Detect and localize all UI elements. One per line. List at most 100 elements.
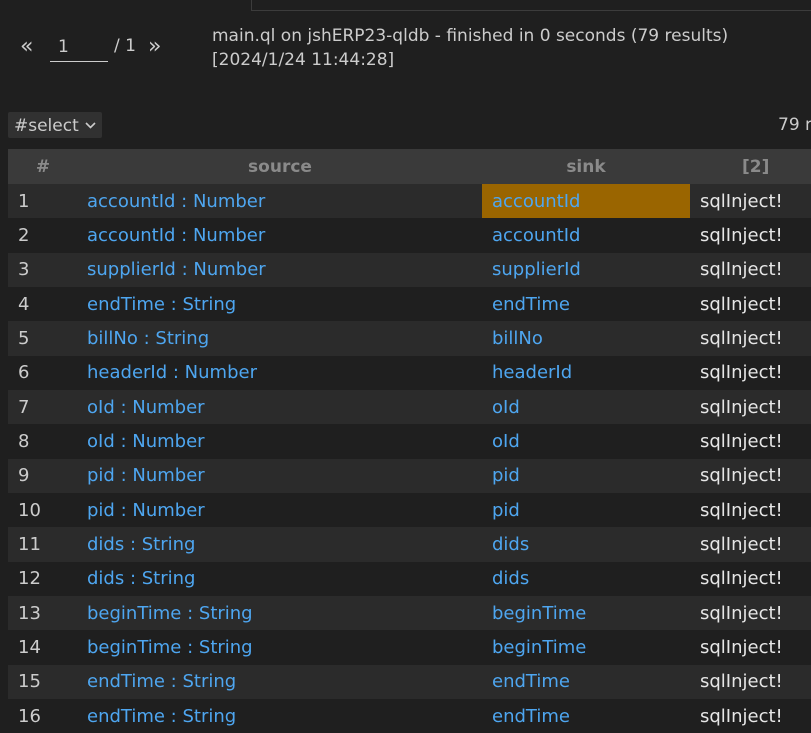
row-index: 16 <box>18 705 41 727</box>
source-link[interactable]: accountId : Number <box>78 184 482 218</box>
source-link[interactable]: headerId : Number <box>78 356 482 390</box>
message-cell: sqlInject! <box>700 293 783 315</box>
sink-link[interactable]: endTime <box>482 287 690 321</box>
result-count: 79 re <box>778 115 811 135</box>
source-link[interactable]: supplierId : Number <box>78 253 482 287</box>
open-query-link[interactable]: Op mai <box>783 26 811 74</box>
sink-link[interactable]: oId <box>482 390 690 424</box>
sink-link[interactable]: beginTime <box>482 596 690 630</box>
source-link[interactable]: beginTime : String <box>78 596 482 630</box>
sink-link[interactable]: accountId <box>482 218 690 252</box>
sink-link[interactable]: oId <box>482 424 690 458</box>
sink-link[interactable]: endTime <box>482 665 690 699</box>
previous-page-icon[interactable]: « <box>20 34 33 59</box>
table-row: 2 accountId : Number accountId sqlInject! <box>8 218 811 253</box>
sink-link[interactable]: accountId <box>482 184 690 219</box>
query-summary: main.ql on jshERP23-qldb - finished in 0… <box>212 26 729 46</box>
table-header-row: # source sink [2] <box>8 149 811 184</box>
row-index: 1 <box>18 190 30 212</box>
source-link[interactable]: endTime : String <box>78 699 482 733</box>
column-header-message[interactable]: [2] <box>690 149 811 184</box>
row-index: 10 <box>18 499 41 521</box>
table-row: 6 headerId : Number headerId sqlInject! <box>8 355 811 390</box>
results-table: # source sink [2] 1 accountId : Number acc… <box>8 149 811 733</box>
table-body: 1 accountId : Number accountId sqlInject! 2 a… <box>8 184 811 733</box>
message-cell: sqlInject! <box>700 499 783 521</box>
row-index: 3 <box>18 259 30 281</box>
row-index: 11 <box>18 533 41 555</box>
message-cell: sqlInject! <box>700 224 783 246</box>
chevron-down-icon <box>85 112 96 138</box>
sink-link[interactable]: pid <box>482 459 690 493</box>
source-link[interactable]: accountId : Number <box>78 218 482 252</box>
row-index: 15 <box>18 671 41 693</box>
message-cell: sqlInject! <box>700 602 783 624</box>
table-row: 13 beginTime : String beginTime sqlInject! <box>8 595 811 631</box>
table-row: 7 oId : Number oId sqlInject! <box>8 389 811 425</box>
source-link[interactable]: dids : String <box>78 562 482 596</box>
top-panel-edge <box>251 0 811 11</box>
row-index: 5 <box>18 327 30 349</box>
table-row: 9 pid : Number pid sqlInject! <box>8 458 811 493</box>
source-link[interactable]: beginTime : String <box>78 630 482 664</box>
table-row: 8 oId : Number oId sqlInject! <box>8 424 811 459</box>
table-row: 1 accountId : Number accountId sqlInject! <box>8 184 811 219</box>
row-index: 14 <box>18 636 41 658</box>
message-cell: sqlInject! <box>700 705 783 727</box>
column-header-source[interactable]: source <box>78 149 482 184</box>
message-cell: sqlInject! <box>700 430 783 452</box>
table-row: 15 endTime : String endTime sqlInject! <box>8 664 811 699</box>
row-index: 9 <box>18 465 30 487</box>
message-cell: sqlInject! <box>700 327 783 349</box>
sink-link[interactable]: headerId <box>482 356 690 390</box>
source-link[interactable]: billNo : String <box>78 321 482 355</box>
page-total: / 1 <box>114 36 136 56</box>
row-index: 8 <box>18 430 30 452</box>
table-row: 12 dids : String dids sqlInject! <box>8 561 811 596</box>
next-page-icon[interactable]: » <box>148 34 161 59</box>
table-row: 4 endTime : String endTime sqlInject! <box>8 286 811 322</box>
row-index: 7 <box>18 396 30 418</box>
table-row: 5 billNo : String billNo sqlInject! <box>8 321 811 356</box>
message-cell: sqlInject! <box>700 568 783 590</box>
table-row: 10 pid : Number pid sqlInject! <box>8 492 811 528</box>
column-header-index[interactable]: # <box>8 149 78 184</box>
sink-link[interactable]: billNo <box>482 321 690 355</box>
row-index: 12 <box>18 568 41 590</box>
row-index: 6 <box>18 362 30 384</box>
source-link[interactable]: oId : Number <box>78 424 482 458</box>
message-cell: sqlInject! <box>700 362 783 384</box>
source-link[interactable]: endTime : String <box>78 665 482 699</box>
page-number-input[interactable] <box>50 32 108 62</box>
sink-link[interactable]: supplierId <box>482 253 690 287</box>
source-link[interactable]: dids : String <box>78 527 482 561</box>
source-link[interactable]: pid : Number <box>78 459 482 493</box>
sink-link[interactable]: dids <box>482 562 690 596</box>
sink-link[interactable]: pid <box>482 493 690 527</box>
row-index: 4 <box>18 293 30 315</box>
source-link[interactable]: pid : Number <box>78 493 482 527</box>
table-row: 11 dids : String dids sqlInject! <box>8 527 811 562</box>
row-index: 2 <box>18 224 30 246</box>
table-row: 3 supplierId : Number supplierId sqlInject! <box>8 252 811 287</box>
sink-link[interactable]: beginTime <box>482 630 690 664</box>
sink-link[interactable]: dids <box>482 527 690 561</box>
table-row: 16 endTime : String endTime sqlInject! <box>8 698 811 733</box>
open-link-line2[interactable]: mai <box>783 50 811 74</box>
query-timestamp: [2024/1/24 11:44:28] <box>212 50 395 70</box>
message-cell: sqlInject! <box>700 190 783 212</box>
message-cell: sqlInject! <box>700 465 783 487</box>
message-cell: sqlInject! <box>700 396 783 418</box>
source-link[interactable]: endTime : String <box>78 287 482 321</box>
query-info: main.ql on jshERP23-qldb - finished in 0… <box>212 24 728 72</box>
message-cell: sqlInject! <box>700 636 783 658</box>
result-set-select[interactable]: #select <box>8 112 102 138</box>
message-cell: sqlInject! <box>700 533 783 555</box>
result-set-value: #select <box>14 116 79 136</box>
open-link-line1[interactable]: Op <box>783 26 811 50</box>
source-link[interactable]: oId : Number <box>78 390 482 424</box>
table-row: 14 beginTime : String beginTime sqlInject! <box>8 630 811 665</box>
message-cell: sqlInject! <box>700 259 783 281</box>
sink-link[interactable]: endTime <box>482 699 690 733</box>
column-header-sink[interactable]: sink <box>482 149 690 184</box>
